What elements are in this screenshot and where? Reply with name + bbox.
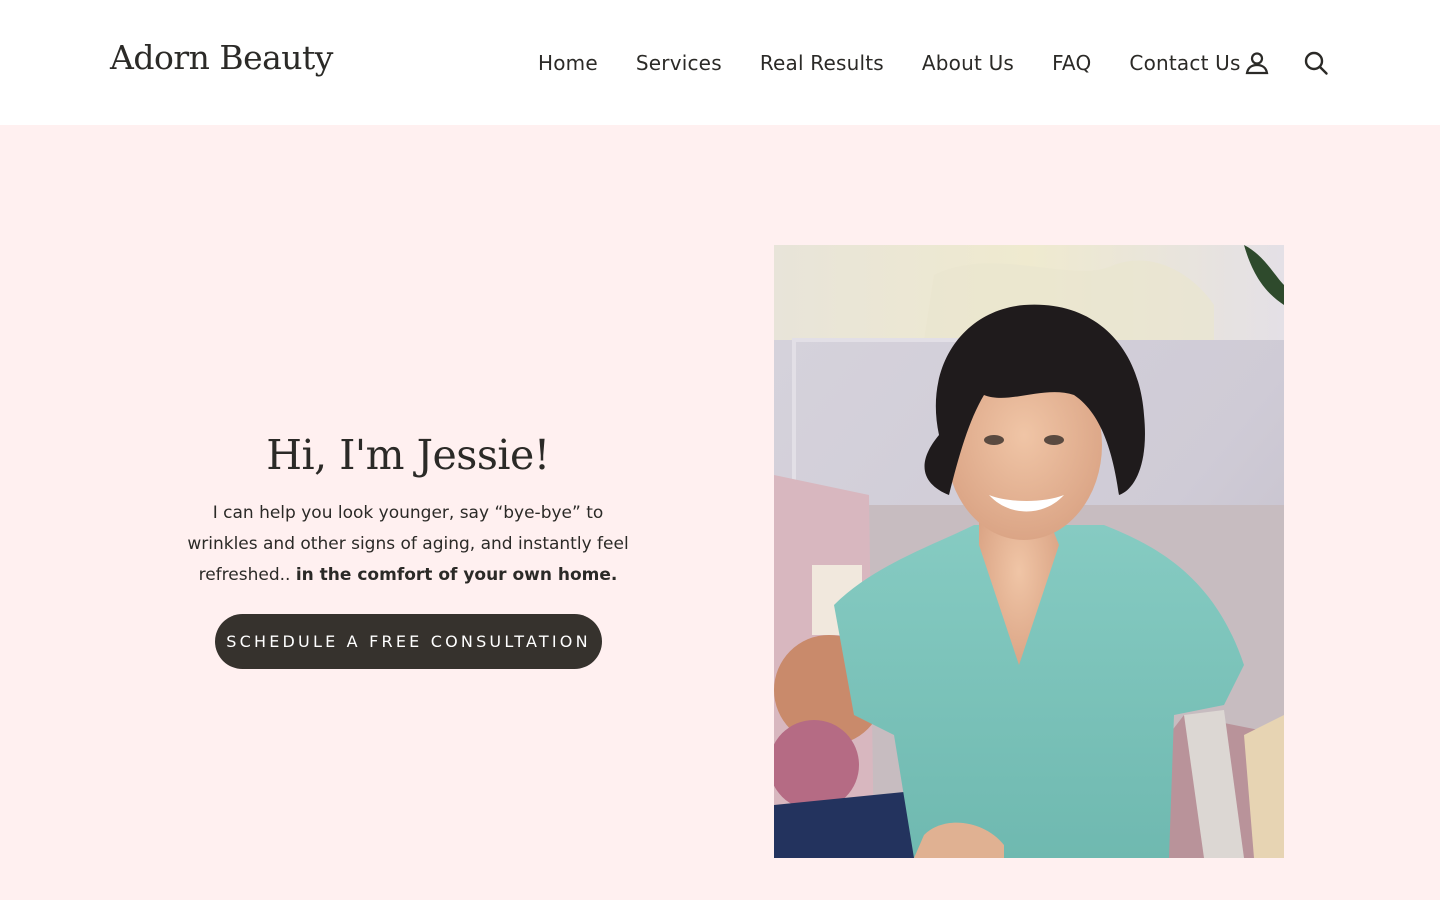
nav-services[interactable]: Services	[636, 51, 722, 75]
portrait-photo	[774, 245, 1284, 858]
search-icon[interactable]	[1303, 50, 1329, 76]
nav-faq[interactable]: FAQ	[1052, 51, 1091, 75]
site-logo[interactable]: Adorn Beauty	[110, 38, 333, 77]
hero-title: Hi, I'm Jessie!	[266, 431, 550, 479]
account-icon[interactable]	[1244, 50, 1270, 76]
hero-section: Hi, I'm Jessie! I can help you look youn…	[0, 125, 1440, 900]
hero-description: I can help you look younger, say “bye-by…	[178, 498, 638, 591]
hero-text: Hi, I'm Jessie! I can help you look youn…	[178, 430, 638, 591]
nav-real-results[interactable]: Real Results	[760, 51, 884, 75]
nav-about-us[interactable]: About Us	[922, 51, 1014, 75]
main-nav: Home Services Real Results About Us FAQ …	[538, 48, 1241, 78]
hero-description-emphasis: in the comfort of your own home.	[295, 565, 618, 585]
schedule-consultation-button[interactable]: SCHEDULE A FREE CONSULTATION	[215, 614, 602, 669]
site-header: Adorn Beauty Home Services Real Results …	[0, 0, 1440, 125]
nav-contact-us[interactable]: Contact Us	[1129, 51, 1240, 75]
nav-home[interactable]: Home	[538, 51, 598, 75]
